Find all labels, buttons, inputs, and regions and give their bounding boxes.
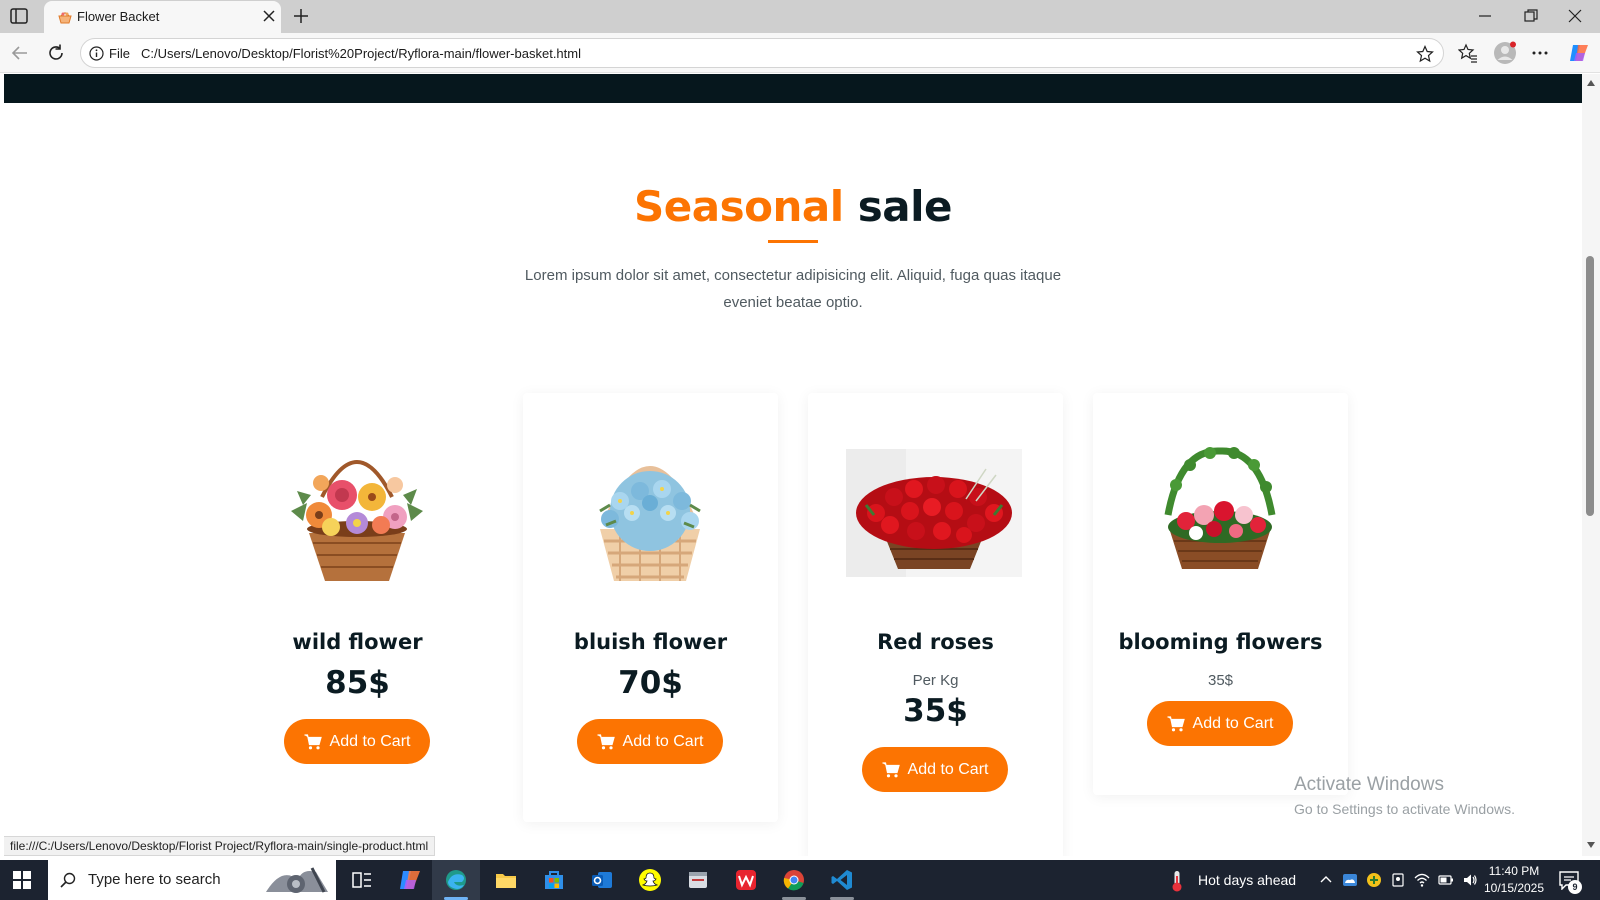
cart-icon bbox=[1167, 715, 1185, 731]
add-favorite-star-icon[interactable] bbox=[1416, 45, 1434, 63]
search-placeholder: Type here to search bbox=[88, 871, 221, 888]
page-scrollbar[interactable] bbox=[1582, 74, 1600, 856]
add-to-cart-button[interactable]: Add to Cart bbox=[577, 719, 723, 764]
chrome-icon[interactable] bbox=[782, 868, 806, 892]
scroll-down-arrow-icon[interactable] bbox=[1587, 842, 1595, 848]
wps-office-icon[interactable] bbox=[734, 868, 758, 892]
add-to-cart-label: Add to Cart bbox=[622, 732, 704, 750]
flower-basket-image[interactable] bbox=[1150, 445, 1290, 575]
section-title-accent: Seasonal bbox=[634, 182, 844, 231]
scroll-up-arrow-icon[interactable] bbox=[1587, 80, 1595, 86]
product-card-red-roses[interactable]: Red roses Per Kg 35$ Add to Cart bbox=[808, 393, 1063, 856]
weather-status[interactable]: Hot days ahead bbox=[1198, 872, 1296, 888]
add-to-cart-label: Add to Cart bbox=[907, 760, 989, 778]
product-card-blooming-flowers[interactable]: blooming flowers 35$ Add to Cart bbox=[1093, 393, 1348, 795]
page-viewport: Seasonal sale Lorem ipsum dolor sit amet… bbox=[4, 74, 1582, 856]
cart-icon bbox=[304, 733, 322, 749]
add-to-cart-button[interactable]: Add to Cart bbox=[284, 719, 430, 764]
wifi-icon[interactable] bbox=[1414, 872, 1430, 888]
chevron-up-icon[interactable] bbox=[1318, 872, 1334, 888]
minimize-icon[interactable] bbox=[1478, 8, 1492, 24]
link-preview-status: file:///C:/Users/Lenovo/Desktop/Florist … bbox=[4, 836, 436, 856]
search-icon bbox=[60, 872, 76, 888]
basket-favicon-icon bbox=[58, 12, 72, 24]
security-plus-icon[interactable] bbox=[1366, 872, 1382, 888]
section-title-rest: sale bbox=[857, 182, 953, 231]
product-price: 70$ bbox=[618, 665, 683, 701]
cart-icon bbox=[597, 733, 615, 749]
close-window-icon[interactable] bbox=[1568, 9, 1582, 23]
section-description: Lorem ipsum dolor sit amet, consectetur … bbox=[524, 267, 1062, 311]
address-bar[interactable]: File C:/Users/Lenovo/Desktop/Florist%20P… bbox=[80, 38, 1444, 68]
rose-basket-image[interactable] bbox=[846, 449, 1022, 577]
site-info-icon[interactable] bbox=[89, 46, 104, 61]
microsoft-store-icon[interactable] bbox=[542, 868, 566, 892]
activate-windows-title: Activate Windows bbox=[1294, 774, 1444, 795]
product-card-bluish-flower[interactable]: bluish flower 70$ Add to Cart bbox=[523, 393, 778, 822]
sidebar-toggle-icon[interactable] bbox=[10, 8, 28, 24]
site-header-strip bbox=[4, 74, 1582, 103]
outlook-icon[interactable] bbox=[590, 868, 614, 892]
snapchat-icon[interactable] bbox=[638, 868, 662, 892]
thermometer-icon[interactable] bbox=[1170, 869, 1184, 893]
reload-icon[interactable] bbox=[46, 43, 66, 63]
product-card-wild-flower[interactable]: wild flower 85$ Add to Cart bbox=[230, 393, 485, 813]
windows-taskbar: Type here to search Hot days ahead 11:40… bbox=[0, 860, 1600, 900]
profile-avatar-icon[interactable] bbox=[1493, 41, 1517, 65]
scroll-thumb[interactable] bbox=[1586, 256, 1594, 516]
browser-toolbar: File C:/Users/Lenovo/Desktop/Florist%20P… bbox=[0, 33, 1600, 73]
product-price-small: 35$ bbox=[1207, 672, 1234, 689]
task-view-icon[interactable] bbox=[350, 868, 374, 892]
cart-icon bbox=[882, 761, 900, 777]
product-name[interactable]: blooming flowers bbox=[1093, 630, 1348, 654]
product-name[interactable]: bluish flower bbox=[523, 630, 778, 654]
meet-now-icon[interactable] bbox=[1390, 872, 1406, 888]
windows-start-icon[interactable] bbox=[12, 870, 32, 890]
clock-time[interactable]: 11:40 PM bbox=[1478, 864, 1550, 878]
browser-tab-active[interactable]: Flower Backet bbox=[44, 1, 281, 33]
close-tab-icon[interactable] bbox=[263, 10, 275, 22]
favorites-icon[interactable] bbox=[1458, 43, 1478, 63]
copilot-app-icon[interactable] bbox=[398, 868, 422, 892]
clock-date[interactable]: 10/15/2025 bbox=[1478, 881, 1550, 895]
flower-basket-image[interactable] bbox=[570, 431, 730, 591]
restore-icon[interactable] bbox=[1524, 9, 1538, 23]
copilot-icon[interactable] bbox=[1568, 42, 1590, 64]
new-tab-icon[interactable] bbox=[292, 7, 310, 25]
vscode-icon[interactable] bbox=[830, 868, 854, 892]
notification-count-badge: 9 bbox=[1568, 880, 1582, 894]
taskbar-search-box[interactable]: Type here to search bbox=[48, 860, 336, 900]
add-to-cart-label: Add to Cart bbox=[329, 732, 411, 750]
back-arrow-icon[interactable] bbox=[10, 43, 30, 63]
product-unit: Per Kg bbox=[912, 672, 959, 689]
product-price: 85$ bbox=[325, 665, 390, 701]
section-title: Seasonal sale bbox=[4, 182, 1582, 231]
search-highlight-image bbox=[266, 867, 328, 893]
flower-basket-image[interactable] bbox=[277, 431, 437, 591]
title-underline bbox=[768, 240, 818, 243]
add-to-cart-button[interactable]: Add to Cart bbox=[1147, 701, 1293, 746]
edge-browser-icon[interactable] bbox=[444, 868, 468, 892]
activate-windows-subtitle: Go to Settings to activate Windows. bbox=[1294, 801, 1515, 817]
url-text[interactable]: C:/Users/Lenovo/Desktop/Florist%20Projec… bbox=[141, 46, 581, 61]
browser-tab-bar: Flower Backet bbox=[0, 0, 1600, 33]
add-to-cart-button[interactable]: Add to Cart bbox=[862, 747, 1008, 792]
app-window-icon[interactable] bbox=[686, 868, 710, 892]
more-options-icon[interactable] bbox=[1530, 43, 1550, 63]
battery-icon[interactable] bbox=[1438, 872, 1454, 888]
product-name[interactable]: wild flower bbox=[230, 630, 485, 654]
volume-icon[interactable] bbox=[1462, 872, 1478, 888]
add-to-cart-label: Add to Cart bbox=[1192, 714, 1274, 732]
url-scheme-label: File bbox=[109, 46, 130, 61]
product-name[interactable]: Red roses bbox=[808, 630, 1063, 654]
product-price: 35$ bbox=[903, 693, 968, 729]
file-explorer-icon[interactable] bbox=[494, 868, 518, 892]
onedrive-icon[interactable] bbox=[1342, 872, 1358, 888]
tab-title: Flower Backet bbox=[77, 9, 160, 24]
